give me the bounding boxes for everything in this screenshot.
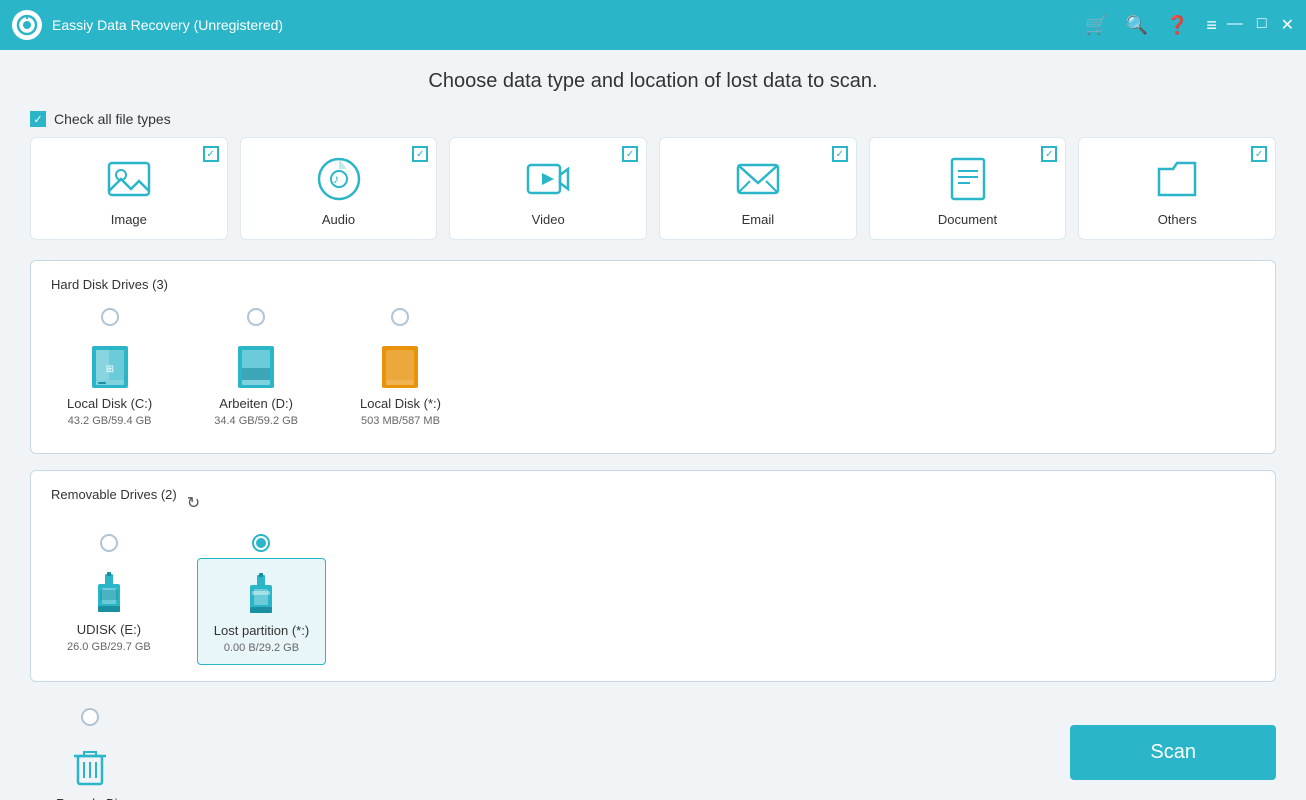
close-button[interactable]: ✕ [1281,15,1294,35]
image-icon [104,154,154,204]
drive-d-radio[interactable] [247,308,265,326]
cart-icon[interactable]: 🛒 [1085,15,1107,36]
audio-checkbox[interactable]: ✓ [412,146,428,162]
document-checkbox[interactable]: ✓ [1041,146,1057,162]
drive-lost-partition[interactable]: Lost partition (*:) 0.00 B/29.2 GB [197,534,326,665]
check-all-label: Check all file types [54,111,171,127]
file-type-image[interactable]: ✓ Image [30,137,228,240]
drive-lost-partition-card[interactable]: Lost partition (*:) 0.00 B/29.2 GB [197,558,326,665]
drive-udisk-name: UDISK (E:) [77,622,141,637]
drive-star-icon [380,342,420,392]
recycle-bin-item[interactable]: Recycle Bin [40,708,141,800]
check-all-checkbox[interactable]: ✓ [30,111,46,127]
maximize-button[interactable]: □ [1257,15,1267,35]
video-label: Video [532,212,565,227]
refresh-icon[interactable]: ↻ [187,493,200,513]
check-all-section: ✓ Check all file types [30,111,1276,127]
recycle-bin-label: Recycle Bin [56,796,125,800]
file-type-audio[interactable]: ✓ ♪ Audio [240,137,438,240]
recycle-bin-card[interactable]: Recycle Bin [40,732,141,800]
removable-section-title: Removable Drives (2) [51,487,177,502]
drive-c-radio[interactable] [101,308,119,326]
others-label: Others [1158,212,1197,227]
drive-lost-partition-icon [241,569,281,619]
drive-star-radio[interactable] [391,308,409,326]
window-controls: — □ ✕ [1227,15,1294,35]
drive-udisk-size: 26.0 GB/29.7 GB [67,641,151,653]
drive-c-size: 43.2 GB/59.4 GB [68,415,152,427]
others-checkbox[interactable]: ✓ [1251,146,1267,162]
drive-udisk-icon [89,568,129,618]
removable-title-row: Removable Drives (2) ↻ [51,487,1255,518]
app-title: Eassiy Data Recovery (Unregistered) [52,17,1085,33]
drive-udisk-radio[interactable] [100,534,118,552]
titlebar-action-icons: 🛒 🔍 ❓ ≡ [1085,15,1217,36]
removable-drives-section: Removable Drives (2) ↻ [30,470,1276,682]
drive-d-name: Arbeiten (D:) [219,396,293,411]
drive-lost-partition-name: Lost partition (*:) [214,623,309,638]
drive-d-card[interactable]: Arbeiten (D:) 34.4 GB/59.2 GB [198,332,314,437]
email-label: Email [742,212,775,227]
drive-star-size: 503 MB/587 MB [361,415,440,427]
drive-c-name: Local Disk (C:) [67,396,152,411]
search-icon[interactable]: 🔍 [1126,15,1148,36]
hdd-section-title: Hard Disk Drives (3) [51,277,1255,292]
drive-lost-partition-radio[interactable] [252,534,270,552]
menu-icon[interactable]: ≡ [1206,15,1217,36]
drive-c-card[interactable]: ⊞ Local Disk (C:) 43.2 GB/59.4 GB [51,332,168,437]
file-types-row: ✓ Image ✓ ♪ Audio [30,137,1276,240]
titlebar: Eassiy Data Recovery (Unregistered) 🛒 🔍 … [0,0,1306,50]
document-icon [943,154,993,204]
file-type-others[interactable]: ✓ Others [1078,137,1276,240]
image-label: Image [111,212,147,227]
image-checkbox[interactable]: ✓ [203,146,219,162]
others-icon [1152,154,1202,204]
drive-udisk[interactable]: UDISK (E:) 26.0 GB/29.7 GB [51,534,167,665]
hdd-drives-row: ⊞ Local Disk (C:) 43.2 GB/59.4 GB [51,308,1255,437]
drive-star[interactable]: Local Disk (*:) 503 MB/587 MB [344,308,457,437]
video-checkbox[interactable]: ✓ [622,146,638,162]
drive-d[interactable]: Arbeiten (D:) 34.4 GB/59.2 GB [198,308,314,437]
drive-star-name: Local Disk (*:) [360,396,441,411]
hard-disk-drives-section: Hard Disk Drives (3) ⊞ [30,260,1276,454]
file-type-email[interactable]: ✓ Email [659,137,857,240]
main-content: Choose data type and location of lost da… [0,50,1306,800]
recycle-bin-radio[interactable] [81,708,99,726]
recycle-bin-icon [70,742,110,792]
drive-d-size: 34.4 GB/59.2 GB [214,415,298,427]
drive-star-card[interactable]: Local Disk (*:) 503 MB/587 MB [344,332,457,437]
file-type-document[interactable]: ✓ Document [869,137,1067,240]
drive-c-icon: ⊞ [90,342,130,392]
document-label: Document [938,212,997,227]
file-type-video[interactable]: ✓ Video [449,137,647,240]
audio-label: Audio [322,212,355,227]
svg-text:♪: ♪ [333,172,339,186]
help-icon[interactable]: ❓ [1166,15,1188,36]
drive-d-icon [236,342,276,392]
svg-text:⊞: ⊞ [105,364,113,375]
app-logo [12,10,42,40]
page-title: Choose data type and location of lost da… [30,70,1276,93]
minimize-button[interactable]: — [1227,15,1243,35]
audio-icon: ♪ [314,154,364,204]
email-checkbox[interactable]: ✓ [832,146,848,162]
drive-udisk-card[interactable]: UDISK (E:) 26.0 GB/29.7 GB [51,558,167,663]
video-icon [523,154,573,204]
removable-drives-row: UDISK (E:) 26.0 GB/29.7 GB [51,534,1255,665]
email-icon [733,154,783,204]
drive-c[interactable]: ⊞ Local Disk (C:) 43.2 GB/59.4 GB [51,308,168,437]
drive-lost-partition-size: 0.00 B/29.2 GB [224,642,299,654]
scan-button[interactable]: Scan [1070,725,1276,780]
